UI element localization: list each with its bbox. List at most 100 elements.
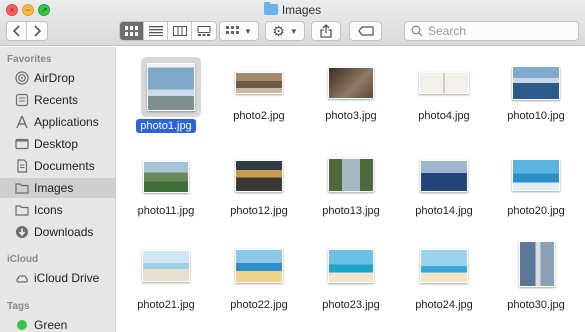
chevron-down-icon: ▼ [244,26,252,36]
forward-button[interactable] [27,21,48,41]
recents-icon [15,93,29,107]
image-thumbnail [328,158,374,192]
tag-icon [357,26,374,36]
file-name: photo3.jpg [325,110,377,122]
file-item[interactable]: photo24.jpg [399,241,489,331]
file-item[interactable]: photo20.jpg [491,147,581,237]
sidebar-item-label: Desktop [34,137,79,151]
sidebar-item-icloud-drive[interactable]: iCloud Drive [0,268,116,288]
image-thumbnail [512,159,560,191]
search-input[interactable] [428,24,568,38]
sidebar-item-label: AirDrop [34,71,75,85]
column-view-button[interactable] [168,22,192,40]
gear-icon: ⚙ [272,23,285,39]
file-name: photo23.jpg [322,299,380,311]
search-field[interactable] [404,21,579,41]
group-by-button[interactable]: ▼ [219,21,259,41]
sidebar-item-tag-green[interactable]: Green [0,315,116,332]
file-name: photo30.jpg [507,299,565,311]
gallery-view-button[interactable] [192,22,216,40]
search-icon [411,25,423,37]
file-item[interactable]: photo30.jpg [491,241,581,331]
image-thumbnail [328,249,374,283]
cloud-icon [15,271,29,285]
sidebar-item-label: Images [34,181,74,195]
file-name: photo12.jpg [230,205,288,217]
folder-icon [263,2,278,15]
sidebar-item-airdrop[interactable]: AirDrop [0,68,116,88]
list-icon [148,26,163,36]
image-thumbnail [519,241,555,287]
image-thumbnail [420,160,468,192]
folder-icon [15,203,29,217]
share-icon [320,24,332,38]
sidebar-item-downloads[interactable]: Downloads [0,222,116,242]
file-name: photo24.jpg [415,299,473,311]
sidebar-item-desktop[interactable]: Desktop [0,134,116,154]
sidebar-item-icons[interactable]: Icons [0,200,116,220]
tag-color-dot-icon [15,318,29,332]
file-item[interactable]: photo2.jpg [214,53,304,143]
sidebar-item-label: iCloud Drive [34,271,100,285]
share-button[interactable] [311,21,341,41]
image-thumbnail [235,160,283,192]
airdrop-icon [15,71,29,85]
image-thumbnail [147,63,195,111]
sidebar-item-label: Green [34,318,68,332]
window-title: Images [281,3,322,17]
file-name: photo1.jpg [121,119,211,133]
back-button[interactable] [6,21,27,41]
sidebar-item-label: Downloads [34,225,94,239]
chevron-right-icon [34,25,41,37]
image-thumbnail [235,72,283,94]
sidebar-item-label: Recents [34,93,79,107]
sidebar-item-applications[interactable]: Applications [0,112,116,132]
image-thumbnail [143,161,189,193]
file-name: photo21.jpg [137,299,195,311]
downloads-icon [15,225,29,239]
file-name: photo14.jpg [415,205,473,217]
list-view-button[interactable] [144,22,168,40]
file-item[interactable]: photo13.jpg [306,147,396,237]
sidebar-item-documents[interactable]: Documents [0,156,116,176]
file-item[interactable]: photo3.jpg [306,53,396,143]
file-item[interactable]: photo12.jpg [214,147,304,237]
file-name: photo13.jpg [322,205,380,217]
file-thumbnail-frame [491,53,581,113]
sidebar-item-label: Icons [34,203,63,217]
sidebar-header-tags: Tags [7,301,30,312]
file-item[interactable]: photo23.jpg [306,241,396,331]
chevron-down-icon: ▼ [289,26,298,36]
sidebar-item-recents[interactable]: Recents [0,90,116,110]
sidebar-item-images[interactable]: Images [0,178,116,198]
sidebar-item-label: Applications [34,115,99,129]
image-thumbnail [419,72,469,94]
file-item[interactable]: photo14.jpg [399,147,489,237]
file-item[interactable]: photo21.jpg [121,241,211,331]
sidebar: Favorites AirDrop Recents Applications D… [0,47,116,332]
toolbar: × − ↗ Images ▼ ⚙ ▼ Search [0,0,585,46]
file-item[interactable]: photo10.jpg [491,53,581,143]
file-thumbnail-frame [399,53,489,113]
image-thumbnail [512,66,560,100]
tag-button[interactable] [349,21,382,41]
applications-icon [15,115,29,129]
folder-icon [15,181,29,195]
file-item[interactable]: photo22.jpg [214,241,304,331]
file-item[interactable]: photo1.jpg [121,53,211,143]
grid-arrange-icon [226,26,240,34]
image-thumbnail [420,249,468,283]
action-button[interactable]: ⚙ ▼ [265,21,305,41]
file-item[interactable]: photo11.jpg [121,147,211,237]
icon-view-button[interactable] [120,22,144,40]
file-thumbnail-frame [306,53,396,113]
documents-icon [15,159,29,173]
file-item[interactable]: photo4.jpg [399,53,489,143]
gallery-icon [197,26,211,36]
icon-grid-icon [124,26,138,36]
file-thumbnail-frame [214,53,304,113]
window-title-bar: Images [0,2,585,18]
file-name: photo20.jpg [507,205,565,217]
file-name: photo2.jpg [233,110,285,122]
file-name: photo22.jpg [230,299,288,311]
